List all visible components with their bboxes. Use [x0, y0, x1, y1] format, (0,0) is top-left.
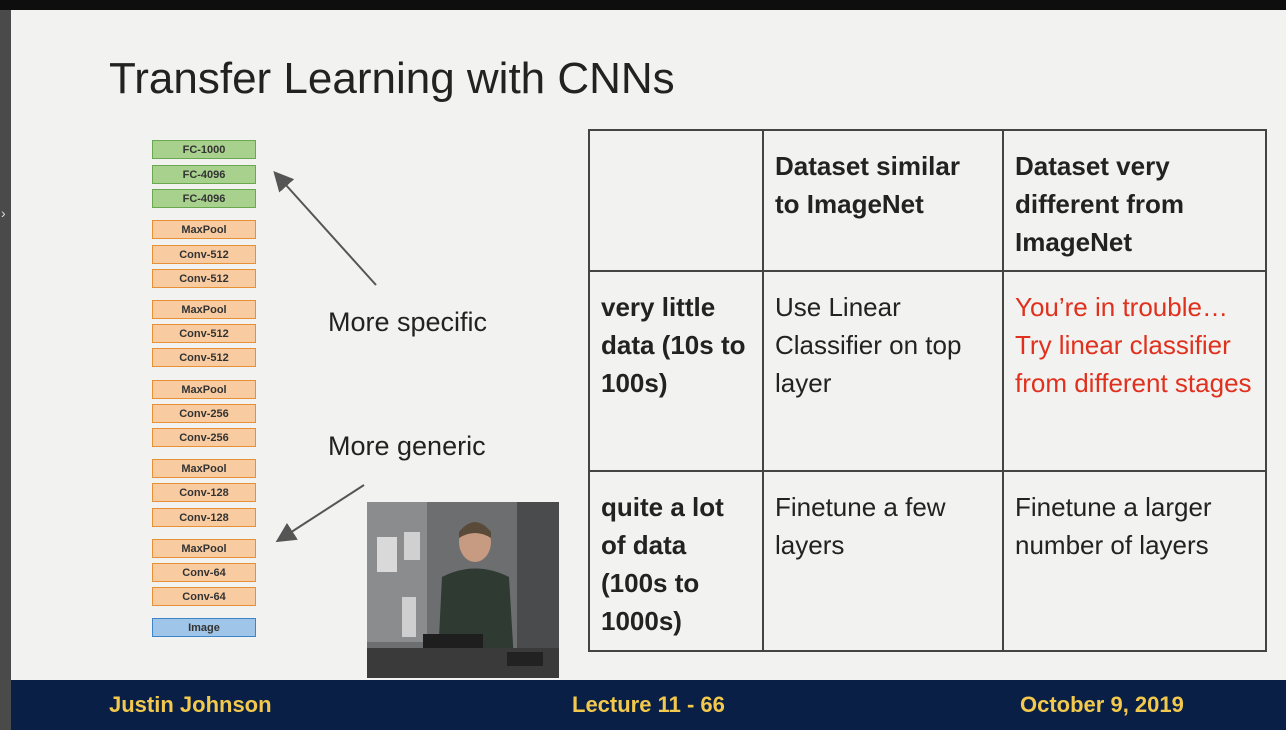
- window-top-bar: [0, 0, 1286, 10]
- table-row: quite a lot of data (100s to 1000s) Fine…: [588, 470, 1267, 652]
- cell-lot-similar: Finetune a few layers: [762, 470, 1004, 652]
- table-header-row: Dataset similar to ImageNet Dataset very…: [588, 129, 1267, 272]
- cell-lot-different: Finetune a larger number of layers: [1002, 470, 1267, 652]
- lecturer-image: [367, 502, 559, 678]
- slide-footer: Justin Johnson Lecture 11 - 66 October 9…: [11, 680, 1286, 730]
- footer-date: October 9, 2019: [1020, 692, 1184, 717]
- chevron-right-icon[interactable]: ›: [1, 206, 6, 220]
- transfer-learning-table: Dataset similar to ImageNet Dataset very…: [588, 129, 1267, 652]
- layer-image: Image: [152, 618, 256, 637]
- arrow-up-specific: [273, 171, 377, 286]
- left-edge-strip: ›: [0, 10, 11, 730]
- row-label-lot-data: quite a lot of data (100s to 1000s): [588, 470, 764, 652]
- table-row: very little data (10s to 100s) Use Linea…: [588, 270, 1267, 472]
- header-similar: Dataset similar to ImageNet: [762, 129, 1004, 272]
- slide: Transfer Learning with CNNs FC-1000 FC-4…: [11, 10, 1286, 680]
- header-different: Dataset very different from ImageNet: [1002, 129, 1267, 272]
- more-specific-label: More specific: [328, 307, 488, 337]
- arrow-down-generic: [275, 484, 365, 543]
- cell-little-similar: Use Linear Classifier on top layer: [762, 270, 1004, 472]
- footer-lecture: Lecture 11 - 66: [572, 692, 725, 717]
- more-generic-label: More generic: [328, 431, 486, 461]
- row-label-little-data: very little data (10s to 100s): [588, 270, 764, 472]
- webcam-video: [367, 502, 559, 678]
- table-corner-cell: [588, 129, 764, 272]
- cell-little-different: You’re in trouble… Try linear classifier…: [1002, 270, 1267, 472]
- footer-author: Justin Johnson: [109, 692, 272, 717]
